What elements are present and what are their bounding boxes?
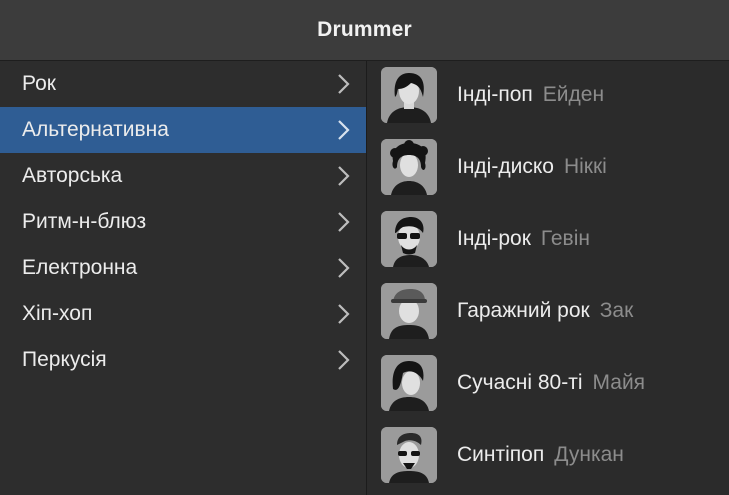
drummer-avatar-nikki-icon <box>381 139 437 195</box>
chevron-right-icon <box>338 120 350 140</box>
chevron-right-icon <box>338 212 350 232</box>
drummer-item[interactable]: Інді-диско Ніккі <box>367 133 729 205</box>
drummer-avatar-gavin-icon <box>381 211 437 267</box>
genre-item-alternative[interactable]: Альтернативна <box>0 107 366 153</box>
drummer-text: Сучасні 80-ті Майя <box>457 371 645 395</box>
drummer-style: Інді-поп <box>457 83 533 106</box>
chevron-right-icon <box>338 350 350 370</box>
drummer-item[interactable]: Сучасні 80-ті Майя <box>367 349 729 421</box>
drummer-style: Синтіпоп <box>457 443 545 466</box>
drummer-item[interactable]: Гаражний рок Зак <box>367 277 729 349</box>
drummer-avatar-zak-icon <box>381 283 437 339</box>
chevron-right-icon <box>338 166 350 186</box>
drummer-text: Синтіпоп Дункан <box>457 443 624 467</box>
drummer-name: Майя <box>592 371 646 394</box>
chevron-right-icon <box>338 304 350 324</box>
drummer-item[interactable]: Синтіпоп Дункан <box>367 421 729 493</box>
drummer-style: Інді-рок <box>457 227 531 250</box>
drummer-avatar-maya-icon <box>381 355 437 411</box>
drummer-name: Ейден <box>542 83 605 106</box>
genre-item-singer-songwriter[interactable]: Авторська <box>0 153 366 199</box>
genre-list: Рок Альтернативна Авторська Ритм-н-блюз … <box>0 61 367 495</box>
drummer-avatar-aiden-icon <box>381 67 437 123</box>
genre-item-hip-hop[interactable]: Хіп-хоп <box>0 291 366 337</box>
drummer-name: Дункан <box>554 443 624 466</box>
drummer-text: Інді-поп Ейден <box>457 83 604 107</box>
drummer-style: Інді-диско <box>457 155 554 178</box>
genre-item-rnb[interactable]: Ритм-н-блюз <box>0 199 366 245</box>
drummer-text: Інді-рок Гевін <box>457 227 590 251</box>
chevron-right-icon <box>338 258 350 278</box>
drummer-style: Сучасні 80-ті <box>457 371 583 394</box>
drummer-avatar-duncan-icon <box>381 427 437 483</box>
titlebar: Drummer <box>0 0 729 61</box>
genre-item-rock[interactable]: Рок <box>0 61 366 107</box>
drummer-item[interactable]: Інді-рок Гевін <box>367 205 729 277</box>
drummer-list: Інді-поп Ейден Інді-диско Ніккі Інді-рок… <box>367 61 729 495</box>
genre-label: Ритм-н-блюз <box>22 210 147 233</box>
drummer-text: Інді-диско Ніккі <box>457 155 607 179</box>
genre-label: Електронна <box>22 256 138 279</box>
drummer-name: Ніккі <box>563 155 607 178</box>
genre-label: Перкусія <box>22 348 107 371</box>
genre-item-electronic[interactable]: Електронна <box>0 245 366 291</box>
chevron-right-icon <box>338 74 350 94</box>
drummer-style: Гаражний рок <box>457 299 590 322</box>
genre-label: Авторська <box>22 164 123 187</box>
drummer-name: Зак <box>599 299 634 322</box>
genre-label: Хіп-хоп <box>22 302 93 325</box>
genre-label: Рок <box>22 72 56 95</box>
drummer-item[interactable]: Інді-поп Ейден <box>367 61 729 133</box>
drummer-window: Drummer Рок Альтернативна Авторська Ритм… <box>0 0 729 495</box>
genre-label: Альтернативна <box>22 118 169 141</box>
drummer-text: Гаражний рок Зак <box>457 299 633 323</box>
drummer-name: Гевін <box>540 227 590 250</box>
window-title: Drummer <box>317 18 412 41</box>
genre-item-percussion[interactable]: Перкусія <box>0 337 366 383</box>
